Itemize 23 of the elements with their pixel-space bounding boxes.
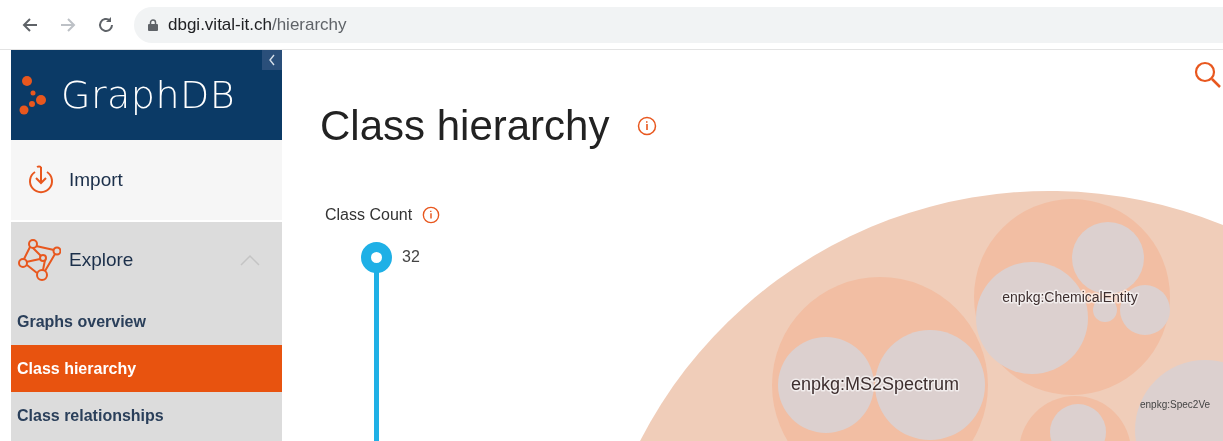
info-icon[interactable] [637, 116, 658, 136]
network-icon [17, 238, 61, 282]
page-title: Class hierarchy [320, 102, 610, 150]
slider-thumb[interactable] [361, 242, 392, 273]
search-icon[interactable] [1193, 60, 1223, 90]
class-bubble[interactable] [772, 277, 988, 441]
collapse-chevron-icon[interactable] [262, 50, 282, 70]
menu-section[interactable]: Import [11, 140, 282, 222]
class-count-label: Class Count [325, 206, 413, 224]
logo-text: GraphDB [61, 73, 236, 117]
info-icon[interactable] [422, 206, 441, 224]
lock-icon [148, 18, 158, 31]
bubble-label: enpkg:MS2Spectrum [790, 374, 960, 394]
menu-item[interactable]: Class hierarchy [11, 345, 282, 392]
class-bubble[interactable] [1135, 360, 1223, 441]
outer-bubble[interactable] [640, 191, 1223, 441]
address-bar[interactable]: dbgi.vital-it.ch/hierarchy [134, 6, 1223, 43]
menu-section[interactable]: Explore [11, 222, 282, 298]
menu-item[interactable]: Class relationships [11, 392, 282, 439]
bubble-label: enpkg:Spec2Ve [1140, 399, 1211, 410]
slider-value: 32 [402, 248, 420, 266]
menu-item[interactable]: Graphs overview [11, 298, 282, 345]
bubble-label: enpkg:ChemicalEntity [1002, 289, 1138, 305]
